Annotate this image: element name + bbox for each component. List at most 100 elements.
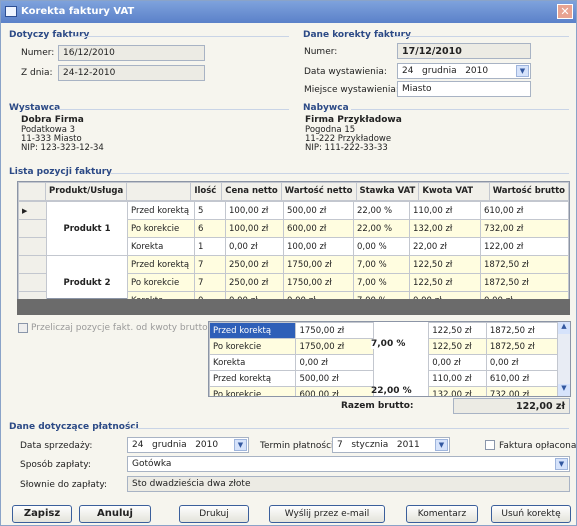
cell-price[interactable]: 0,00 zł <box>225 237 284 256</box>
dropdown-icon[interactable]: ▼ <box>435 439 448 451</box>
cell-qty[interactable]: 7 <box>194 273 226 292</box>
row-pointer-icon[interactable]: ▶ <box>18 201 47 220</box>
summary-cell-net[interactable]: 500,00 zł <box>295 370 374 387</box>
cell-vat[interactable]: 110,00 zł <box>409 201 481 220</box>
row-header[interactable] <box>18 255 47 274</box>
cell-rate[interactable]: 0,00 % <box>353 237 410 256</box>
cell-gross[interactable]: 610,00 zł <box>480 201 569 220</box>
dropdown-icon[interactable]: ▼ <box>555 458 568 470</box>
cell-net[interactable]: 600,00 zł <box>283 219 354 238</box>
payment-method-select[interactable]: Gotówka ▼ <box>127 456 570 472</box>
cell-price[interactable]: 100,00 zł <box>225 201 284 220</box>
summary-cell-type[interactable]: Przed korektą <box>209 370 297 387</box>
cell-qty[interactable]: 5 <box>194 201 226 220</box>
cell-rate[interactable]: 22,00 % <box>353 219 410 238</box>
cell-gross[interactable]: 1872,50 zł <box>480 255 569 274</box>
col-net[interactable]: Wartość netto <box>280 182 357 201</box>
issue-place-label: Miejsce wystawienia: <box>304 85 399 95</box>
cell-price[interactable]: 250,00 zł <box>225 273 284 292</box>
summary-cell-net[interactable]: 1750,00 zł <box>295 322 374 339</box>
summary-cell-gross[interactable]: 0,00 zł <box>485 354 560 371</box>
cell-gross[interactable]: 732,00 zł <box>480 219 569 238</box>
cell-type[interactable]: Przed korektą <box>127 255 195 274</box>
col-gross[interactable]: Wartość brutto <box>488 182 570 201</box>
cell-net[interactable]: 500,00 zł <box>283 201 354 220</box>
summary-scrollbar[interactable]: ▲ ▼ <box>557 322 570 396</box>
summary-row[interactable]: Korekta 0,00 zł 0,00 zł 0,00 zł <box>209 354 560 371</box>
summary-cell-gross[interactable]: 732,00 zł <box>485 386 560 396</box>
table-row[interactable]: ▶ Produkt 1 Przed korektą 5 100,00 zł 500,00 … <box>18 201 569 256</box>
cell-type[interactable]: Po korekcie <box>127 273 195 292</box>
cell-qty[interactable]: 1 <box>194 237 226 256</box>
product-name[interactable]: Produkt 1 <box>46 201 128 256</box>
save-button[interactable]: Zapisz <box>12 505 72 523</box>
cell-type[interactable]: Po korekcie <box>127 219 195 238</box>
correction-number-field[interactable]: 17/12/2010 <box>397 43 531 59</box>
summary-cell-gross[interactable]: 1872,50 zł <box>485 322 560 339</box>
recalc-checkbox[interactable] <box>18 323 28 333</box>
summary-cell-vat[interactable]: 122,50 zł <box>428 322 487 339</box>
send-email-button[interactable]: Wyślij przez e-mail <box>269 505 385 523</box>
print-button[interactable]: Drukuj <box>179 505 249 523</box>
summary-cell-gross[interactable]: 1872,50 zł <box>485 338 560 355</box>
cell-rate[interactable]: 7,00 % <box>353 273 410 292</box>
cell-price[interactable]: 250,00 zł <box>225 255 284 274</box>
delete-correction-button[interactable]: Usuń korektę <box>491 505 571 523</box>
col-product[interactable]: Produkt/Usługa <box>44 182 128 201</box>
close-icon[interactable]: ✕ <box>557 4 573 19</box>
due-date-picker[interactable]: 7 stycznia 2011 ▼ <box>332 437 450 453</box>
sale-date-picker[interactable]: 24 grudnia 2010 ▼ <box>127 437 249 453</box>
col-vat[interactable]: Kwota VAT <box>418 182 490 201</box>
cell-qty[interactable]: 6 <box>194 219 226 238</box>
summary-row[interactable]: Przed korektą 1750,00 zł 122,50 zł 1872,50 … <box>209 322 560 339</box>
cell-rate[interactable]: 22,00 % <box>353 201 410 220</box>
scroll-up-icon[interactable]: ▲ <box>558 322 570 334</box>
row-header[interactable] <box>18 273 47 292</box>
summary-cell-net[interactable]: 1750,00 zł <box>295 338 374 355</box>
invoice-number-field[interactable]: 16/12/2010 <box>58 45 205 61</box>
cell-gross[interactable]: 122,00 zł <box>480 237 569 256</box>
summary-cell-net[interactable]: 600,00 zł <box>295 386 374 396</box>
scroll-down-icon[interactable]: ▼ <box>558 384 570 396</box>
col-rate[interactable]: Stawka VAT <box>355 182 420 201</box>
cell-price[interactable]: 100,00 zł <box>225 219 284 238</box>
cell-rate[interactable]: 7,00 % <box>353 255 410 274</box>
cancel-button[interactable]: Anuluj <box>79 505 151 523</box>
summary-cell-vat[interactable]: 0,00 zł <box>428 354 487 371</box>
cell-vat[interactable]: 132,00 zł <box>409 219 481 238</box>
summary-cell-vat[interactable]: 122,50 zł <box>428 338 487 355</box>
cell-type[interactable]: Przed korektą <box>127 201 195 220</box>
comment-button[interactable]: Komentarz <box>406 505 478 523</box>
invoice-date-field[interactable]: 24-12-2010 <box>58 65 205 81</box>
table-row[interactable]: Produkt 2 Przed korektą 7 250,00 zł 1750,00 … <box>18 255 569 310</box>
dropdown-icon[interactable]: ▼ <box>516 65 529 77</box>
cell-net[interactable]: 1750,00 zł <box>283 255 354 274</box>
summary-cell-vat[interactable]: 132,00 zł <box>428 386 487 396</box>
summary-cell-type[interactable]: Po korekcie <box>209 338 297 355</box>
cell-net[interactable]: 100,00 zł <box>283 237 354 256</box>
summary-row[interactable]: Przed korektą 500,00 zł 110,00 zł 610,00 zł <box>209 370 560 387</box>
dropdown-icon[interactable]: ▼ <box>234 439 247 451</box>
row-header[interactable] <box>18 219 47 238</box>
summary-cell-net[interactable]: 0,00 zł <box>295 354 374 371</box>
issue-place-input[interactable]: Miasto <box>397 81 531 97</box>
col-price[interactable]: Cena netto <box>221 182 282 201</box>
cell-net[interactable]: 1750,00 zł <box>283 273 354 292</box>
summary-cell-type[interactable]: Po korekcie <box>209 386 297 396</box>
col-qty[interactable]: Ilość <box>190 182 223 201</box>
summary-cell-gross[interactable]: 610,00 zł <box>485 370 560 387</box>
summary-cell-type[interactable]: Przed korektą <box>209 322 297 339</box>
cell-vat[interactable]: 122,50 zł <box>409 255 481 274</box>
cell-qty[interactable]: 7 <box>194 255 226 274</box>
issue-date-picker[interactable]: 24 grudnia 2010 ▼ <box>397 63 531 79</box>
summary-cell-vat[interactable]: 110,00 zł <box>428 370 487 387</box>
cell-gross[interactable]: 1872,50 zł <box>480 273 569 292</box>
cell-vat[interactable]: 22,00 zł <box>409 237 481 256</box>
cell-vat[interactable]: 122,50 zł <box>409 273 481 292</box>
col-type[interactable] <box>126 182 192 201</box>
row-header[interactable] <box>18 237 47 256</box>
paid-checkbox[interactable] <box>485 440 495 450</box>
summary-cell-type[interactable]: Korekta <box>209 354 297 371</box>
row-header <box>18 182 46 201</box>
cell-type[interactable]: Korekta <box>127 237 195 256</box>
